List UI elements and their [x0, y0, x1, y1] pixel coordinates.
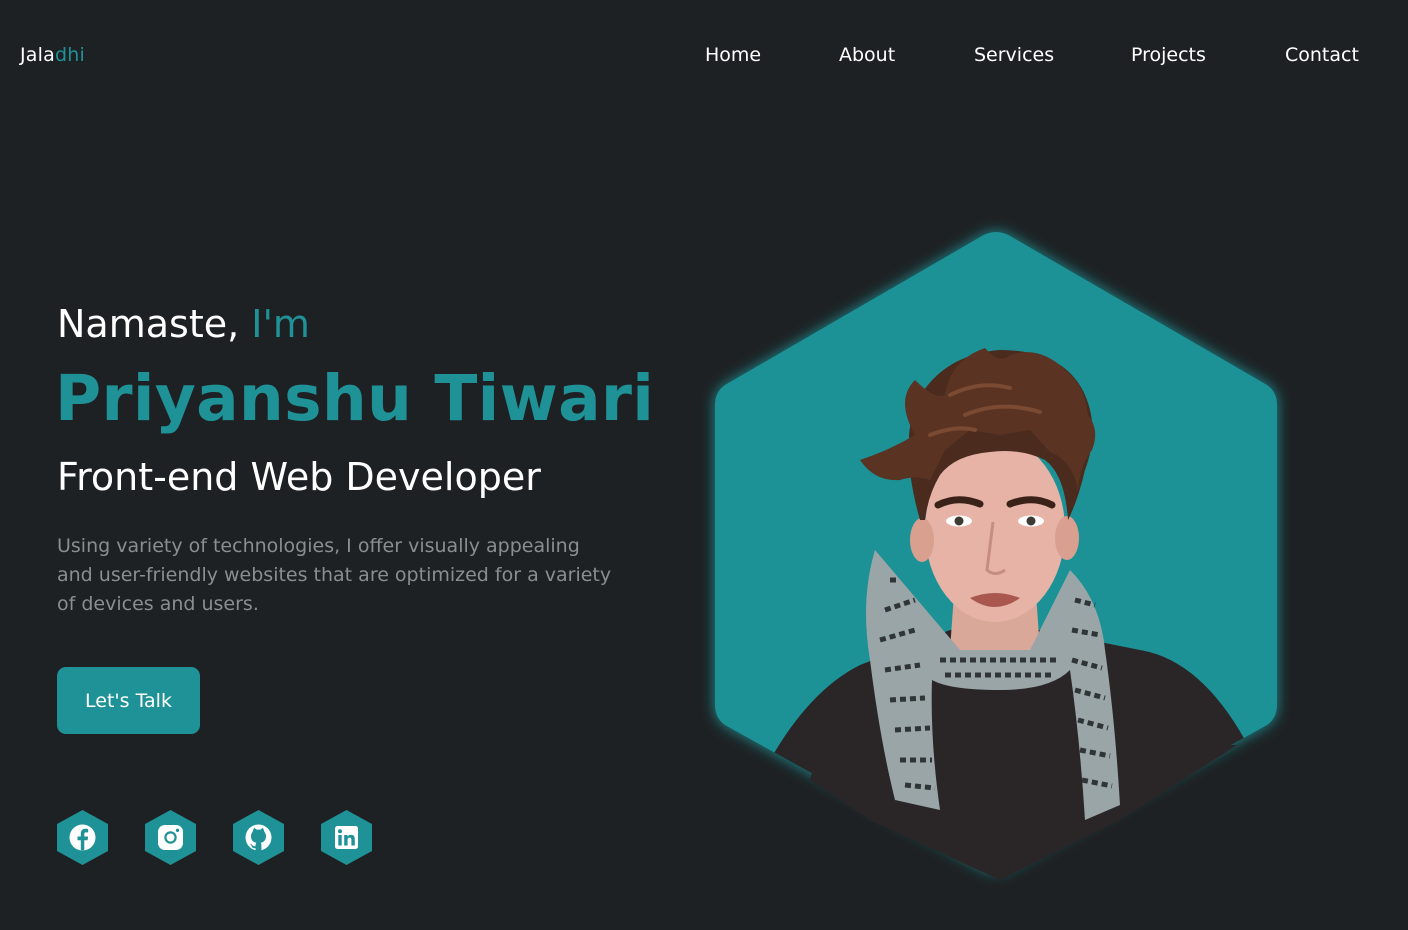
greeting-accent: I'm	[251, 302, 310, 346]
nav-home[interactable]: Home	[705, 44, 761, 66]
social-github[interactable]	[233, 810, 284, 865]
instagram-icon	[145, 810, 196, 865]
hero-name: Priyanshu Tiwari	[55, 362, 655, 435]
profile-photo	[700, 220, 1300, 890]
greeting-text: Namaste,	[57, 302, 240, 346]
github-icon	[233, 810, 284, 865]
main-nav: Home About Services Projects Contact	[0, 44, 1408, 70]
page: Jaladhi Home About Services Projects Con…	[0, 0, 1408, 930]
profile-hexagon	[715, 232, 1277, 880]
facebook-icon	[57, 810, 108, 865]
hero-greeting: Namaste, I'm	[57, 302, 310, 346]
nav-services[interactable]: Services	[974, 44, 1054, 66]
nav-contact[interactable]: Contact	[1285, 44, 1359, 66]
social-facebook[interactable]	[57, 810, 108, 865]
social-instagram[interactable]	[145, 810, 196, 865]
social-linkedin[interactable]	[321, 810, 372, 865]
nav-projects[interactable]: Projects	[1131, 44, 1206, 66]
linkedin-icon	[321, 810, 372, 865]
lets-talk-button[interactable]: Let's Talk	[57, 667, 200, 734]
hero-description: Using variety of technologies, I offer v…	[57, 535, 612, 615]
hero-role: Front-end Web Developer	[57, 455, 541, 499]
nav-about[interactable]: About	[839, 44, 895, 66]
